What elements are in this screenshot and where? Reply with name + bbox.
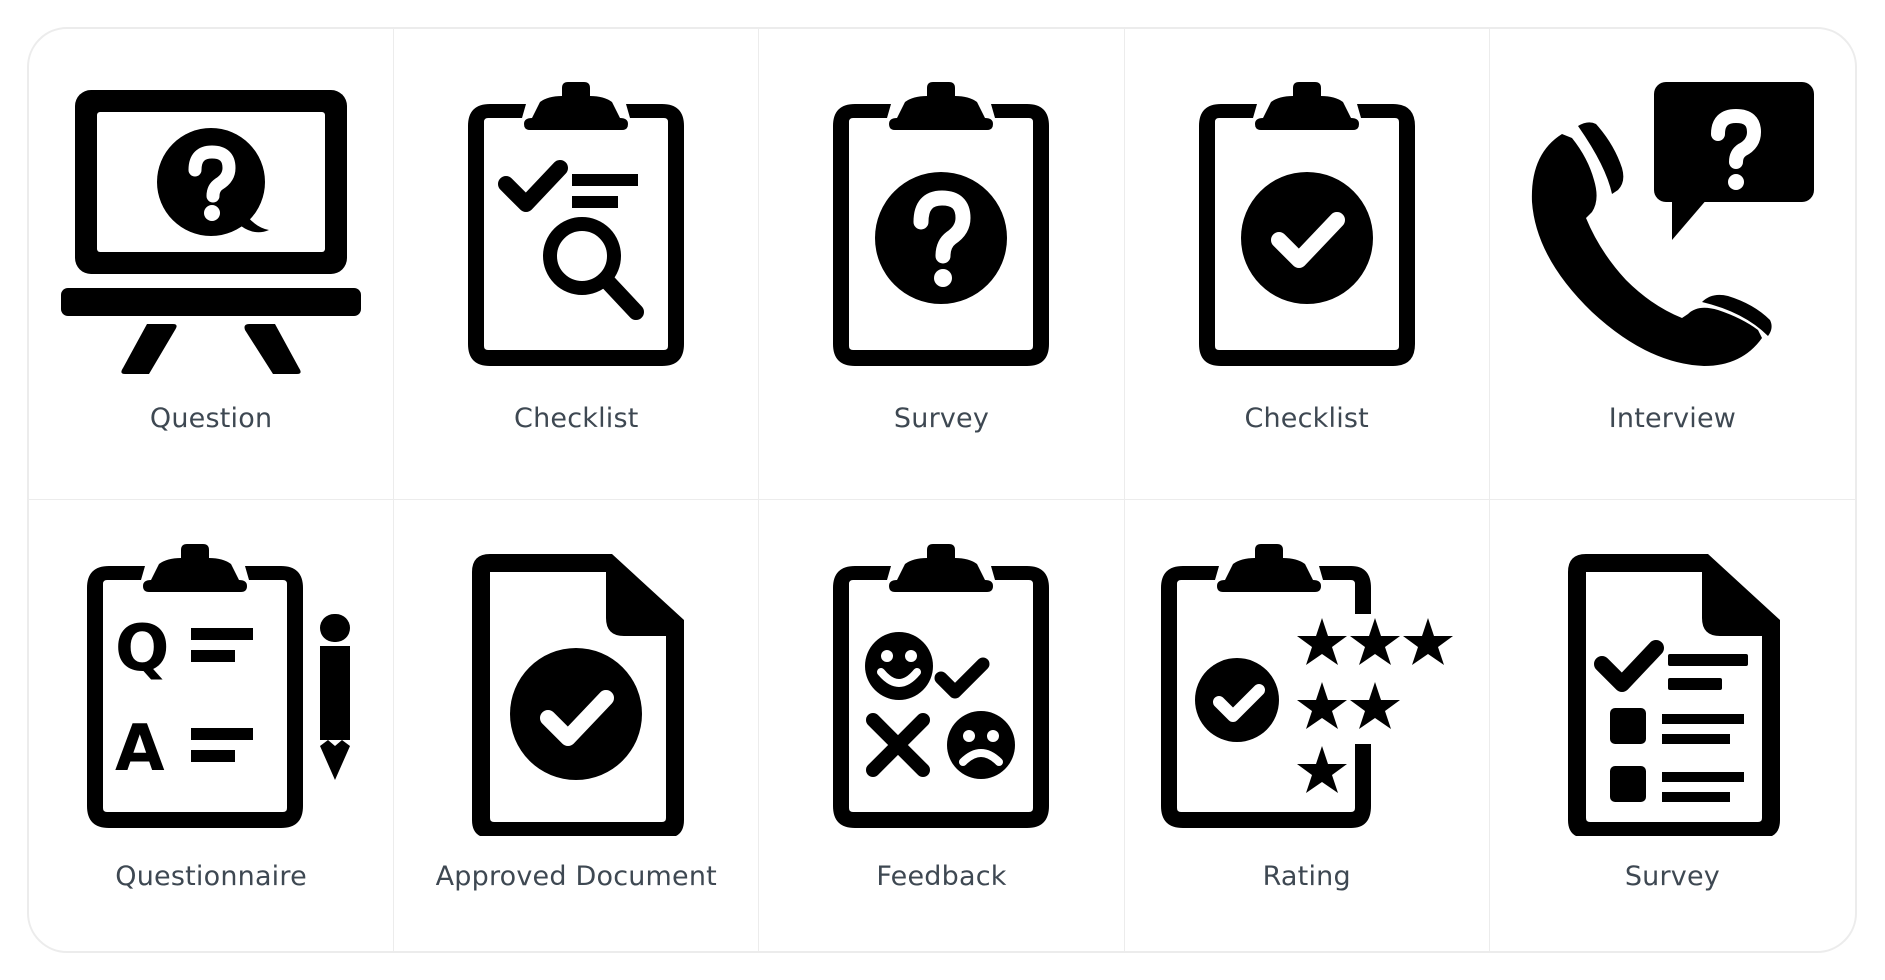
icon-label: Checklist — [1244, 403, 1369, 434]
icon-label: Checklist — [514, 403, 639, 434]
svg-text:Q: Q — [115, 612, 169, 686]
clipboard-checkmark-icon — [1157, 82, 1457, 374]
icon-cell-interview: Interview — [1489, 29, 1855, 500]
document-checklist-icon — [1522, 544, 1822, 836]
icon-cell-checklist: Checklist — [394, 29, 760, 500]
icon-label: Question — [149, 403, 273, 434]
icon-cell-survey-2: Survey — [1490, 500, 1855, 951]
icon-cell-rating: Rating — [1125, 500, 1490, 951]
icon-label: Rating — [1262, 861, 1351, 892]
presentation-board-question-icon — [61, 82, 362, 374]
clipboard-qa-pencil-icon: Q A — [61, 544, 361, 836]
icon-cell-approved-document: Approved Document — [394, 500, 760, 951]
clipboard-check-search-icon — [426, 82, 726, 374]
clipboard-emoji-feedback-icon — [791, 544, 1091, 836]
icon-cell-question: Question — [29, 29, 395, 500]
icon-label: Interview — [1608, 403, 1737, 434]
icon-label: Survey — [1624, 861, 1720, 892]
phone-question-bubble-icon — [1522, 82, 1822, 374]
icon-cell-survey: Survey — [759, 29, 1125, 500]
icon-sheet: Question Checklist Survey Checklist Inte… — [27, 27, 1857, 953]
clipboard-stars-rating-icon — [1157, 544, 1457, 836]
clipboard-question-icon — [791, 82, 1091, 374]
svg-text:A: A — [115, 712, 165, 786]
icon-cell-questionnaire: Q A Questionnaire — [29, 500, 395, 951]
icon-label: Approved Document — [435, 861, 717, 892]
document-checkmark-icon — [426, 544, 726, 836]
icon-cell-feedback: Feedback — [759, 500, 1125, 951]
icon-label: Questionnaire — [115, 861, 307, 892]
icon-cell-checklist-2: Checklist — [1124, 29, 1490, 500]
icon-label: Feedback — [876, 861, 1007, 892]
icon-label: Survey — [893, 403, 990, 434]
